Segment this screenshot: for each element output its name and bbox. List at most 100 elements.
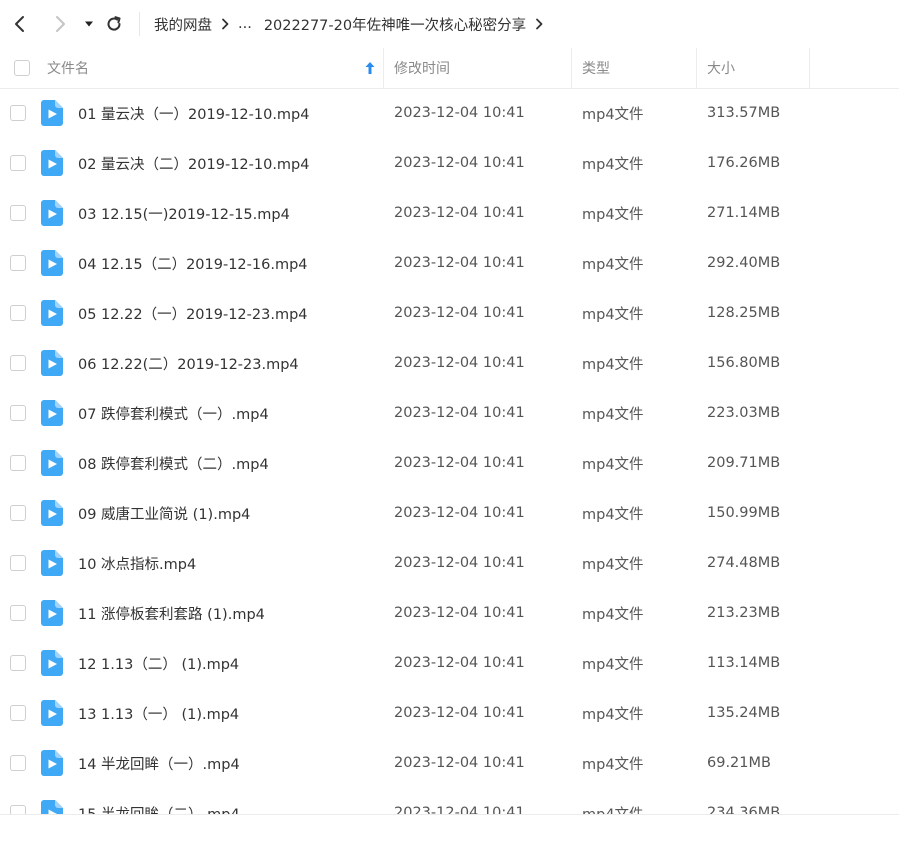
column-header-size[interactable]: 大小 <box>707 48 809 88</box>
column-divider[interactable] <box>696 48 697 88</box>
file-modified-time: 2023-12-04 10:41 <box>394 105 525 121</box>
file-row[interactable]: 07 跌停套利模式（一）.mp4 2023-12-04 10:41 mp4文件 … <box>0 388 899 438</box>
file-modified-time: 2023-12-04 10:41 <box>394 605 525 621</box>
file-name[interactable]: 14 半龙回眸（一）.mp4 <box>78 738 240 788</box>
column-header-name[interactable]: 文件名 <box>47 48 383 88</box>
row-checkbox[interactable] <box>10 205 26 221</box>
breadcrumb-root[interactable]: 我的网盘 <box>154 14 212 35</box>
file-modified-time: 2023-12-04 10:41 <box>394 455 525 471</box>
column-header-time[interactable]: 修改时间 <box>394 48 570 88</box>
video-file-icon <box>41 450 63 476</box>
file-modified-time: 2023-12-04 10:41 <box>394 155 525 171</box>
file-modified-time: 2023-12-04 10:41 <box>394 505 525 521</box>
column-divider[interactable] <box>809 48 810 88</box>
file-row[interactable]: 09 威唐工业简说 (1).mp4 2023-12-04 10:41 mp4文件… <box>0 488 899 538</box>
row-checkbox[interactable] <box>10 105 26 121</box>
file-type: mp4文件 <box>582 456 644 473</box>
video-file-icon <box>41 100 63 126</box>
forward-button[interactable] <box>48 12 72 36</box>
select-all-checkbox[interactable] <box>14 60 30 76</box>
file-row[interactable]: 01 量云决（一）2019-12-10.mp4 2023-12-04 10:41… <box>0 88 899 138</box>
list-bottom-border <box>0 814 899 815</box>
row-checkbox[interactable] <box>10 705 26 721</box>
file-name[interactable]: 06 12.22(二）2019-12-23.mp4 <box>78 338 299 388</box>
file-type: mp4文件 <box>582 788 644 815</box>
file-name[interactable]: 02 量云决（二）2019-12-10.mp4 <box>78 138 310 188</box>
file-type: mp4文件 <box>582 556 644 573</box>
row-checkbox[interactable] <box>10 505 26 521</box>
video-file-icon <box>41 250 63 276</box>
file-row[interactable]: 12 1.13（二） (1).mp4 2023-12-04 10:41 mp4文… <box>0 638 899 688</box>
file-list: 01 量云决（一）2019-12-10.mp4 2023-12-04 10:41… <box>0 88 899 814</box>
file-row[interactable]: 06 12.22(二）2019-12-23.mp4 2023-12-04 10:… <box>0 338 899 388</box>
file-modified-time: 2023-12-04 10:41 <box>394 305 525 321</box>
file-row[interactable]: 05 12.22（一）2019-12-23.mp4 2023-12-04 10:… <box>0 288 899 338</box>
file-size: 176.26MB <box>707 155 781 171</box>
video-file-icon <box>41 150 63 176</box>
refresh-button[interactable] <box>102 12 126 36</box>
file-size: 313.57MB <box>707 105 781 121</box>
row-checkbox[interactable] <box>10 155 26 171</box>
file-name[interactable]: 07 跌停套利模式（一）.mp4 <box>78 388 269 438</box>
file-size: 128.25MB <box>707 305 781 321</box>
file-size: 213.23MB <box>707 605 781 621</box>
file-name[interactable]: 05 12.22（一）2019-12-23.mp4 <box>78 288 308 338</box>
file-size: 156.80MB <box>707 355 781 371</box>
video-file-icon <box>41 500 63 526</box>
nav-divider <box>139 12 140 36</box>
file-modified-time: 2023-12-04 10:41 <box>394 405 525 421</box>
back-button[interactable] <box>8 12 32 36</box>
row-checkbox[interactable] <box>10 255 26 271</box>
breadcrumb-ellipsis[interactable]: ... <box>238 16 252 32</box>
column-header-type[interactable]: 类型 <box>582 48 695 88</box>
file-modified-time: 2023-12-04 10:41 <box>394 805 525 814</box>
file-modified-time: 2023-12-04 10:41 <box>394 255 525 271</box>
row-checkbox[interactable] <box>10 805 26 814</box>
row-checkbox[interactable] <box>10 605 26 621</box>
row-checkbox[interactable] <box>10 655 26 671</box>
file-row[interactable]: 02 量云决（二）2019-12-10.mp4 2023-12-04 10:41… <box>0 138 899 188</box>
refresh-icon <box>107 16 121 31</box>
file-row[interactable]: 13 1.13（一） (1).mp4 2023-12-04 10:41 mp4文… <box>0 688 899 738</box>
file-size: 135.24MB <box>707 705 781 721</box>
video-file-icon <box>41 600 63 626</box>
file-row[interactable]: 11 涨停板套利套路 (1).mp4 2023-12-04 10:41 mp4文… <box>0 588 899 638</box>
file-row[interactable]: 10 冰点指标.mp4 2023-12-04 10:41 mp4文件 274.4… <box>0 538 899 588</box>
file-type: mp4文件 <box>582 206 644 223</box>
video-file-icon <box>41 700 63 726</box>
file-type: mp4文件 <box>582 406 644 423</box>
chevron-left-icon <box>15 16 24 32</box>
file-name[interactable]: 03 12.15(一)2019-12-15.mp4 <box>78 188 290 238</box>
file-modified-time: 2023-12-04 10:41 <box>394 705 525 721</box>
file-row[interactable]: 03 12.15(一)2019-12-15.mp4 2023-12-04 10:… <box>0 188 899 238</box>
column-divider[interactable] <box>571 48 572 88</box>
file-row[interactable]: 04 12.15（二）2019-12-16.mp4 2023-12-04 10:… <box>0 238 899 288</box>
row-checkbox[interactable] <box>10 305 26 321</box>
navigation-bar: 我的网盘 ... 2022277-20年佐神唯一次核心秘密分享 <box>0 0 899 48</box>
history-dropdown-button[interactable] <box>77 12 101 36</box>
row-checkbox[interactable] <box>10 405 26 421</box>
breadcrumb-current-folder[interactable]: 2022277-20年佐神唯一次核心秘密分享 <box>264 14 526 35</box>
file-name[interactable]: 09 威唐工业简说 (1).mp4 <box>78 488 250 538</box>
file-type: mp4文件 <box>582 156 644 173</box>
file-row[interactable]: 08 跌停套利模式（二）.mp4 2023-12-04 10:41 mp4文件 … <box>0 438 899 488</box>
file-type: mp4文件 <box>582 306 644 323</box>
file-row[interactable]: 14 半龙回眸（一）.mp4 2023-12-04 10:41 mp4文件 69… <box>0 738 899 788</box>
row-checkbox[interactable] <box>10 755 26 771</box>
file-type: mp4文件 <box>582 706 644 723</box>
file-name[interactable]: 01 量云决（一）2019-12-10.mp4 <box>78 88 310 138</box>
file-name[interactable]: 11 涨停板套利套路 (1).mp4 <box>78 588 265 638</box>
row-checkbox[interactable] <box>10 455 26 471</box>
file-name[interactable]: 08 跌停套利模式（二）.mp4 <box>78 438 269 488</box>
file-list-header: 文件名 修改时间 类型 大小 <box>0 48 899 89</box>
file-name[interactable]: 15 半龙回眸（二）.mp4 <box>78 788 240 815</box>
file-name[interactable]: 10 冰点指标.mp4 <box>78 538 196 588</box>
video-file-icon <box>41 200 63 226</box>
row-checkbox[interactable] <box>10 355 26 371</box>
column-divider[interactable] <box>383 48 384 88</box>
file-name[interactable]: 13 1.13（一） (1).mp4 <box>78 688 239 738</box>
row-checkbox[interactable] <box>10 555 26 571</box>
file-name[interactable]: 12 1.13（二） (1).mp4 <box>78 638 239 688</box>
file-row[interactable]: 15 半龙回眸（二）.mp4 2023-12-04 10:41 mp4文件 23… <box>0 788 899 814</box>
file-name[interactable]: 04 12.15（二）2019-12-16.mp4 <box>78 238 308 288</box>
